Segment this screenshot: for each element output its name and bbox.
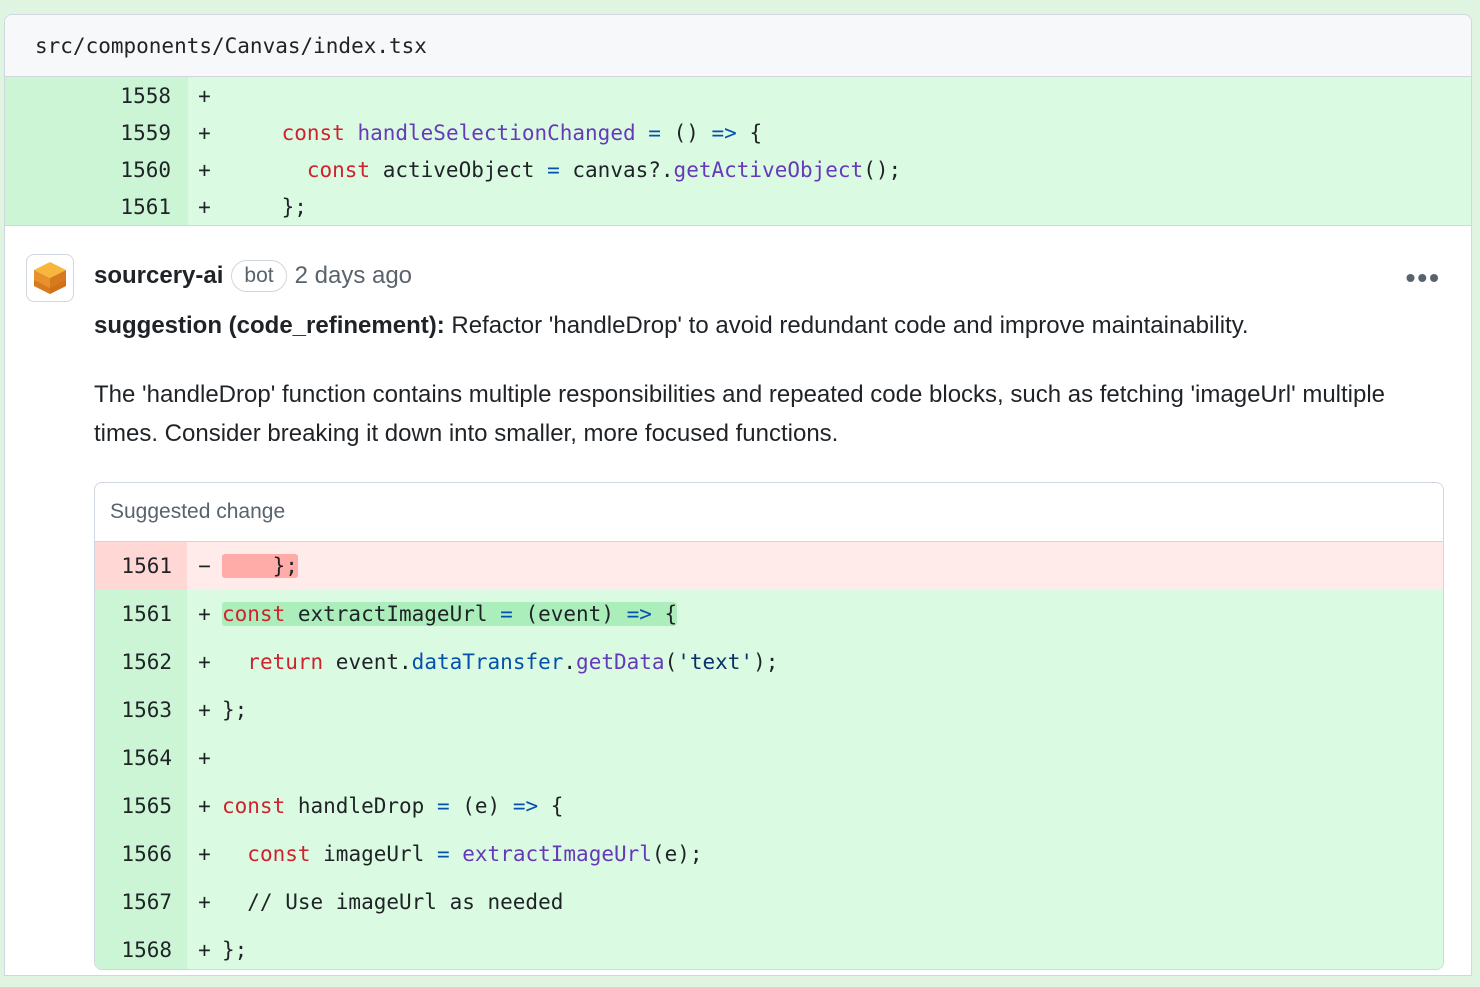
line-number[interactable]: 1562 — [95, 638, 187, 686]
code-token: = — [547, 157, 560, 182]
avatar[interactable] — [26, 254, 74, 302]
timestamp[interactable]: 2 days ago — [295, 262, 412, 290]
code-line: }; — [222, 554, 298, 578]
code-line: const handleSelectionChanged = () => { — [281, 120, 763, 145]
suggest-row-deleted: 1561 − }; — [95, 542, 1443, 590]
line-number[interactable]: 1559 — [5, 114, 188, 151]
suggestion-text: Refactor 'handleDrop' to avoid redundant… — [444, 312, 1249, 339]
suggest-row-added: 1563 + }; — [95, 686, 1443, 734]
diff-sign: + — [198, 194, 211, 219]
code-line: const handleDrop = (e) => { — [222, 794, 564, 818]
line-number[interactable]: 1566 — [95, 830, 187, 878]
comment-body: The 'handleDrop' function contains multi… — [94, 381, 1386, 447]
code-token: = — [436, 794, 450, 818]
line-number[interactable]: 1563 — [95, 686, 187, 734]
diff-sign: + — [198, 602, 211, 626]
code-token: = — [648, 120, 661, 145]
diff-sign: + — [198, 746, 211, 770]
line-number[interactable]: 1564 — [95, 734, 187, 782]
suggested-change-title: Suggested change — [95, 483, 1443, 542]
bottom-strip — [0, 976, 1480, 987]
code-token: = — [500, 602, 513, 626]
diff-line: 1561 + }; — [5, 188, 1471, 225]
code-token: getActiveObject — [673, 157, 864, 182]
file-diff-card: src/components/Canvas/index.tsx 1558 + 1… — [4, 14, 1472, 976]
diff-line: 1560 + const activeObject = canvas?.getA… — [5, 151, 1471, 188]
author-name[interactable]: sourcery-ai — [94, 262, 223, 290]
diff-sign: + — [198, 83, 211, 108]
code-token: const — [281, 120, 345, 145]
diff-sign: + — [198, 842, 211, 866]
code-line: const extractImageUrl = (event) => { — [222, 602, 678, 626]
suggest-row-added: 1567 + // Use imageUrl as needed — [95, 878, 1443, 926]
code-token: => — [626, 602, 652, 626]
line-number[interactable]: 1567 — [95, 878, 187, 926]
suggest-row-added: 1561 + const extractImageUrl = (event) =… — [95, 590, 1443, 638]
comment-header: sourcery-ai bot 2 days ago — [94, 260, 412, 292]
code-token: const — [247, 842, 311, 866]
bot-badge: bot — [231, 260, 287, 292]
code-token: const — [222, 794, 286, 818]
suggested-change-box: Suggested change 1561 − }; 1561 + const … — [94, 482, 1444, 970]
diff-sign: + — [198, 157, 211, 182]
suggest-row-added: 1564 + — [95, 734, 1443, 782]
diff-sign: + — [198, 698, 211, 722]
suggestion-summary: suggestion (code_refinement): Refactor '… — [94, 312, 1249, 340]
code-line: return event.dataTransfer.getData('text'… — [247, 650, 779, 674]
suggest-row-added: 1565 + const handleDrop = (e) => { — [95, 782, 1443, 830]
line-number[interactable]: 1568 — [95, 926, 187, 969]
more-options-button[interactable]: ••• — [1406, 262, 1441, 294]
code-token: getData — [576, 650, 665, 674]
code-token: dataTransfer — [411, 650, 564, 674]
code-token: handleSelectionChanged — [357, 120, 636, 145]
diff-sign: + — [198, 650, 211, 674]
suggest-row-added: 1562 + return event.dataTransfer.getData… — [95, 638, 1443, 686]
line-number[interactable]: 1565 — [95, 782, 187, 830]
diff-sign: − — [198, 554, 211, 578]
diff-line: 1558 + — [5, 77, 1471, 114]
code-line: const imageUrl = extractImageUrl(e); — [247, 842, 703, 866]
code-token: const — [222, 602, 286, 626]
sourcery-logo-icon — [34, 262, 66, 294]
code-token: => — [711, 120, 737, 145]
code-token: return — [247, 650, 324, 674]
code-token: = — [436, 842, 450, 866]
suggest-row-added: 1568 + }; — [95, 926, 1443, 969]
line-number[interactable]: 1561 — [5, 188, 188, 225]
code-line: }; — [222, 698, 248, 722]
diff-sign: + — [198, 794, 211, 818]
diff-block: 1558 + 1559 + const handleSelectionChang… — [5, 77, 1471, 226]
line-number[interactable]: 1561 — [95, 590, 187, 638]
code-line: const activeObject = canvas?.getActiveOb… — [306, 157, 902, 182]
diff-sign: + — [198, 890, 211, 914]
code-token: => — [512, 794, 539, 818]
code-token: 'text' — [677, 650, 754, 674]
file-path-header[interactable]: src/components/Canvas/index.tsx — [5, 15, 1471, 77]
line-number[interactable]: 1558 — [5, 77, 188, 114]
diff-line: 1559 + const handleSelectionChanged = ()… — [5, 114, 1471, 151]
code-line: // Use imageUrl as needed — [222, 890, 564, 914]
suggest-row-added: 1566 + const imageUrl = extractImageUrl(… — [95, 830, 1443, 878]
code-line: }; — [222, 938, 248, 962]
line-number[interactable]: 1561 — [95, 542, 187, 590]
code-token: const — [306, 157, 371, 182]
code-token: extractImageUrl — [462, 842, 652, 866]
diff-sign: + — [198, 938, 211, 962]
diff-sign: + — [198, 120, 211, 145]
file-path[interactable]: src/components/Canvas/index.tsx — [35, 34, 427, 58]
suggestion-label: suggestion (code_refinement): — [94, 312, 445, 339]
line-number[interactable]: 1560 — [5, 151, 188, 188]
code-line: }; — [231, 194, 307, 219]
